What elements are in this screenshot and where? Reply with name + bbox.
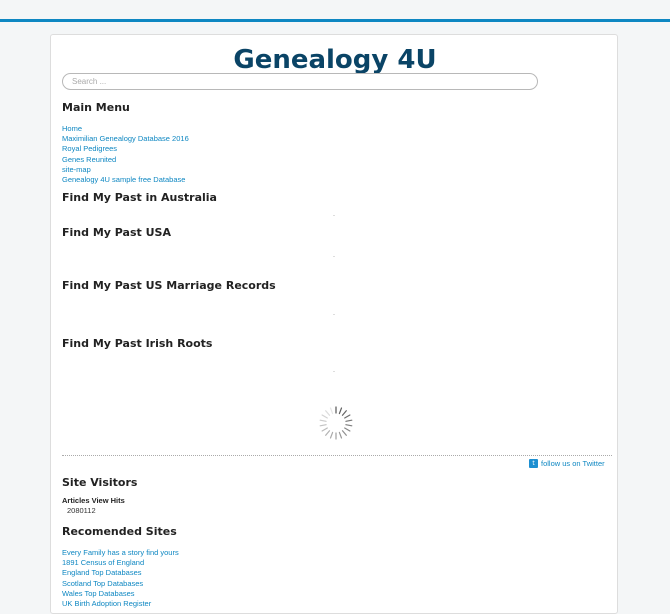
list-item: Wales Top Databases [62, 586, 179, 598]
hits-counter: 2080112 [67, 506, 96, 515]
menu-item: Home [62, 121, 189, 133]
widget-placeholder [333, 314, 335, 315]
section-heading-australia: Find My Past in Australia [62, 191, 217, 204]
list-item: England Top Databases [62, 565, 179, 577]
site-visitors-heading: Site Visitors [62, 476, 138, 489]
articles-view-hits-label: Articles View Hits [62, 496, 125, 505]
twitter-icon: t [529, 458, 538, 468]
list-item: Scotland Top Databases [62, 576, 179, 588]
recommended-sites-list: Every Family has a story find yours 1891… [62, 545, 179, 608]
twitter-follow-link[interactable]: t follow us on Twitter [529, 457, 605, 469]
menu-link-sample-database[interactable]: Genealogy 4U sample free Database [62, 175, 185, 184]
loading-spinner-icon [319, 406, 353, 440]
menu-item: site-map [62, 162, 189, 174]
widget-placeholder [333, 256, 335, 257]
twitter-follow-label[interactable]: follow us on Twitter [541, 459, 605, 468]
recommended-link[interactable]: UK Birth Adoption Register [62, 599, 151, 608]
list-item: UK Birth Adoption Register [62, 596, 179, 608]
recommended-sites-heading: Recomended Sites [62, 525, 177, 538]
site-title[interactable]: Genealogy 4U [51, 45, 619, 75]
list-item: Every Family has a story find yours [62, 545, 179, 557]
section-heading-usa: Find My Past USA [62, 226, 171, 239]
main-menu-heading: Main Menu [62, 101, 130, 114]
menu-item: Maximilian Genealogy Database 2016 [62, 131, 189, 143]
menu-item: Genes Reunited [62, 152, 189, 164]
top-accent-bar [0, 19, 670, 22]
main-menu: Home Maximilian Genealogy Database 2016 … [62, 121, 189, 184]
widget-placeholder [333, 371, 335, 372]
page-container: Genealogy 4U Main Menu Home Maximilian G… [50, 34, 618, 614]
menu-item: Genealogy 4U sample free Database [62, 172, 189, 184]
widget-placeholder [333, 215, 335, 216]
section-heading-us-marriage: Find My Past US Marriage Records [62, 279, 276, 292]
section-divider [62, 455, 612, 456]
section-heading-irish-roots: Find My Past Irish Roots [62, 337, 213, 350]
search-input[interactable] [62, 73, 538, 90]
